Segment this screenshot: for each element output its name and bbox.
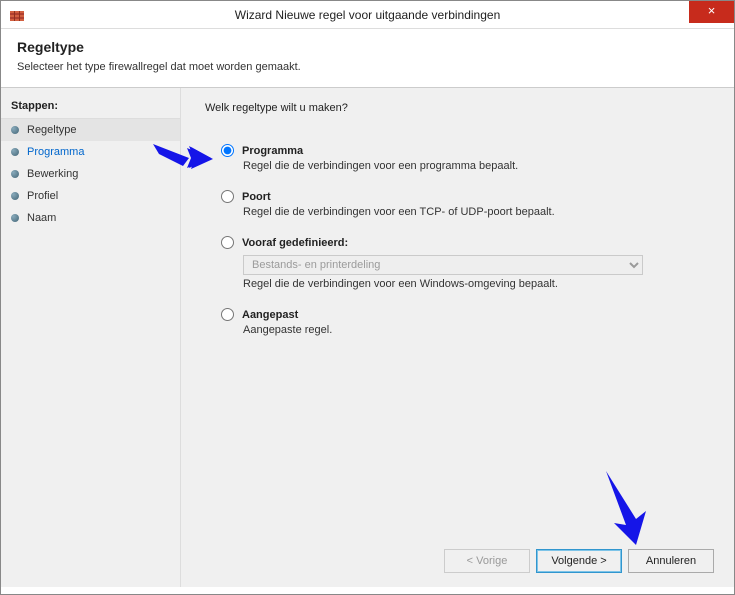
annotation-arrow-icon: [596, 467, 656, 547]
step-label: Profiel: [27, 190, 58, 202]
step-label: Regeltype: [27, 124, 77, 136]
option-label[interactable]: Programma: [242, 145, 303, 157]
option-programma: Programma Regel die de verbindingen voor…: [221, 144, 714, 172]
titlebar: Wizard Nieuwe regel voor uitgaande verbi…: [1, 1, 734, 29]
bullet-icon: [11, 126, 19, 134]
button-row: < Vorige Volgende > Annuleren: [444, 549, 714, 573]
main-panel: Welk regeltype wilt u maken? Programma R…: [181, 88, 734, 587]
radio-aangepast[interactable]: [221, 308, 234, 321]
radio-vooraf[interactable]: [221, 236, 234, 249]
cancel-button[interactable]: Annuleren: [628, 549, 714, 573]
option-aangepast: Aangepast Aangepaste regel.: [221, 308, 714, 336]
bullet-icon: [11, 192, 19, 200]
option-desc: Regel die de verbindingen voor een progr…: [243, 160, 714, 172]
step-naam[interactable]: Naam: [1, 207, 180, 229]
step-label: Bewerking: [27, 168, 78, 180]
step-bewerking[interactable]: Bewerking: [1, 163, 180, 185]
option-label[interactable]: Poort: [242, 191, 271, 203]
wizard-header: Regeltype Selecteer het type firewallreg…: [1, 29, 734, 88]
wizard-content: Stappen: Regeltype Programma Bewerking P…: [1, 88, 734, 587]
step-regeltype[interactable]: Regeltype: [1, 119, 180, 141]
close-button[interactable]: ×: [689, 1, 734, 23]
firewall-icon: [9, 7, 25, 23]
next-button[interactable]: Volgende >: [536, 549, 622, 573]
steps-sidebar: Stappen: Regeltype Programma Bewerking P…: [1, 88, 181, 587]
bullet-icon: [11, 148, 19, 156]
window-title: Wizard Nieuwe regel voor uitgaande verbi…: [1, 8, 734, 22]
option-desc: Aangepaste regel.: [243, 324, 714, 336]
option-vooraf-gedefinieerd: Vooraf gedefinieerd: Bestands- en printe…: [221, 236, 714, 290]
predefined-select: Bestands- en printerdeling: [243, 255, 643, 275]
option-label[interactable]: Aangepast: [242, 309, 298, 321]
bullet-icon: [11, 170, 19, 178]
page-subtitle: Selecteer het type firewallregel dat moe…: [17, 61, 718, 73]
options-group: Programma Regel die de verbindingen voor…: [221, 144, 714, 354]
option-desc: Regel die de verbindingen voor een TCP- …: [243, 206, 714, 218]
bullet-icon: [11, 214, 19, 222]
option-poort: Poort Regel die de verbindingen voor een…: [221, 190, 714, 218]
step-profiel[interactable]: Profiel: [1, 185, 180, 207]
steps-title: Stappen:: [1, 96, 180, 119]
option-label[interactable]: Vooraf gedefinieerd:: [242, 237, 348, 249]
radio-programma[interactable]: [221, 144, 234, 157]
question-text: Welk regeltype wilt u maken?: [205, 102, 714, 114]
radio-poort[interactable]: [221, 190, 234, 203]
step-programma[interactable]: Programma: [1, 141, 180, 163]
page-heading: Regeltype: [17, 39, 718, 55]
step-label: Naam: [27, 212, 56, 224]
option-desc: Regel die de verbindingen voor een Windo…: [243, 278, 714, 290]
step-label: Programma: [27, 146, 84, 158]
back-button: < Vorige: [444, 549, 530, 573]
